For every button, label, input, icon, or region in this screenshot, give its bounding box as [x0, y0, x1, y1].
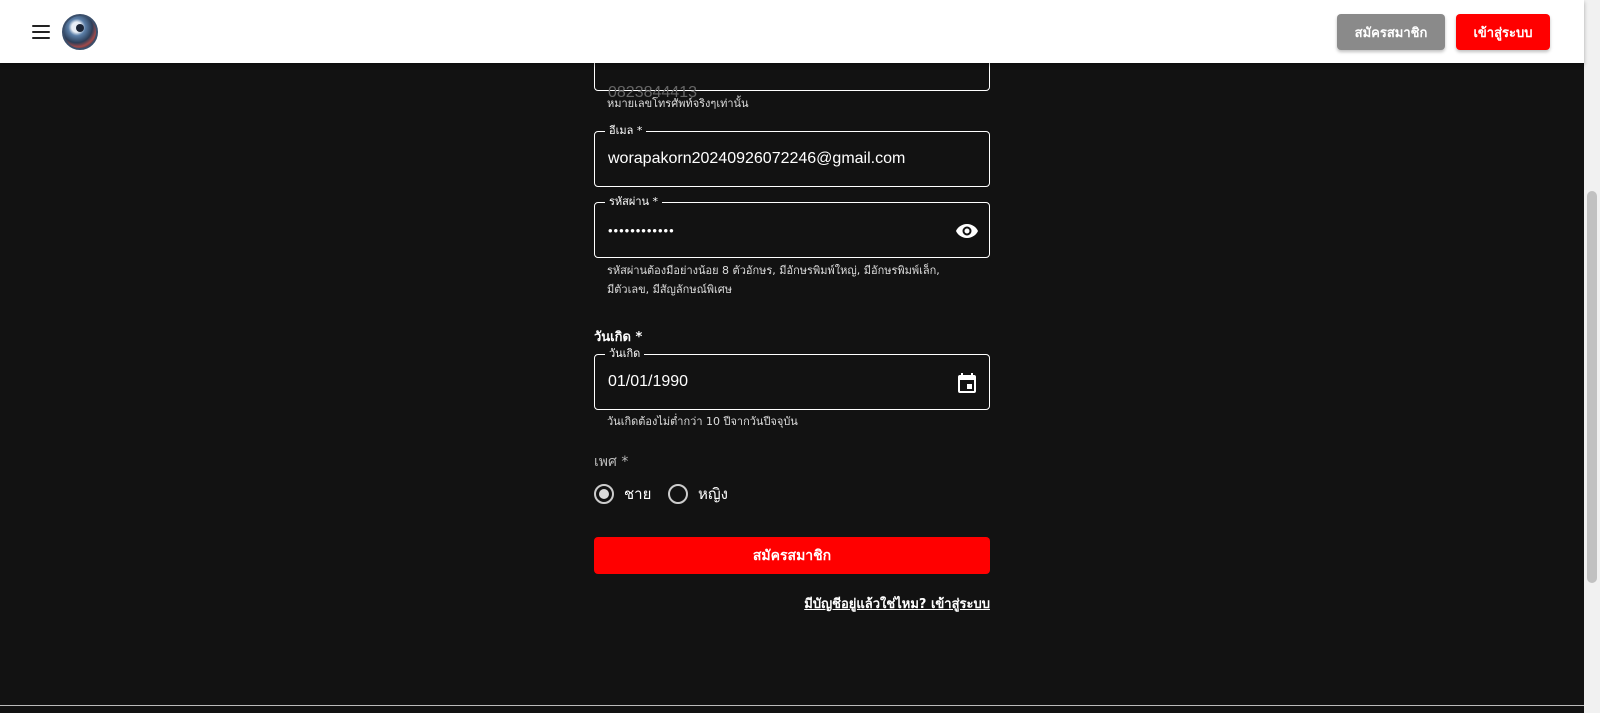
gender-option-label: หญิง — [698, 485, 728, 503]
password-helper-text: รหัสผ่านต้องมีอย่างน้อย 8 ตัวอักษร, มีอั… — [607, 261, 987, 299]
gender-label: เพศ * — [594, 454, 629, 470]
menu-line — [32, 25, 50, 27]
scrollbar-thumb[interactable] — [1587, 191, 1597, 583]
phone-helper-text: หมายเลขโทรศัพท์จริงๆเท่านั้น — [607, 97, 749, 110]
birthday-field[interactable]: วันเกิด 01/01/1990 — [594, 346, 990, 410]
hamburger-menu-icon[interactable] — [28, 18, 56, 46]
app-bar: สมัครสมาชิก เข้าสู่ระบบ — [0, 0, 1584, 63]
menu-line — [32, 31, 50, 33]
page-scrollbar[interactable] — [1584, 0, 1600, 713]
email-value: worapakorn20240926072246@gmail.com — [608, 150, 906, 167]
register-button[interactable]: สมัครสมาชิก — [1337, 14, 1445, 50]
birthday-helper-text: วันเกิดต้องไม่ต่ำกว่า 10 ปีจากวันปีจจุบั… — [607, 415, 798, 428]
birthday-section-label: วันเกิด * — [594, 330, 643, 345]
calendar-icon[interactable] — [955, 371, 979, 395]
birthday-value: 01/01/1990 — [608, 373, 689, 390]
gender-option-female[interactable]: หญิง — [668, 482, 728, 506]
radio-checked-icon[interactable] — [594, 484, 614, 504]
password-field[interactable]: รหัสผ่าน * •••••••••••• — [594, 194, 990, 258]
login-link[interactable]: มีบัญชีอยู่แล้วใช่ไหม? เข้าสู่ระบบ — [804, 593, 990, 614]
eye-icon[interactable] — [955, 219, 979, 243]
login-button[interactable]: เข้าสู่ระบบ — [1456, 14, 1550, 50]
gender-option-label: ชาย — [624, 485, 652, 503]
radio-unchecked-icon[interactable] — [668, 484, 688, 504]
menu-line — [32, 37, 50, 39]
footer-divider — [0, 705, 1584, 706]
email-field[interactable]: อีเมล * worapakorn20240926072246@gmail.c… — [594, 123, 990, 187]
password-value: •••••••••••• — [608, 222, 675, 238]
password-helper-line1: รหัสผ่านต้องมีอย่างน้อย 8 ตัวอักษร, มีอั… — [607, 264, 940, 277]
gender-option-male[interactable]: ชาย — [594, 482, 651, 506]
submit-register-button[interactable]: สมัครสมาชิก — [594, 537, 990, 574]
password-helper-line2: มีตัวเลข, มีสัญลักษณ์พิเศษ — [607, 283, 733, 296]
site-logo[interactable] — [62, 14, 98, 50]
